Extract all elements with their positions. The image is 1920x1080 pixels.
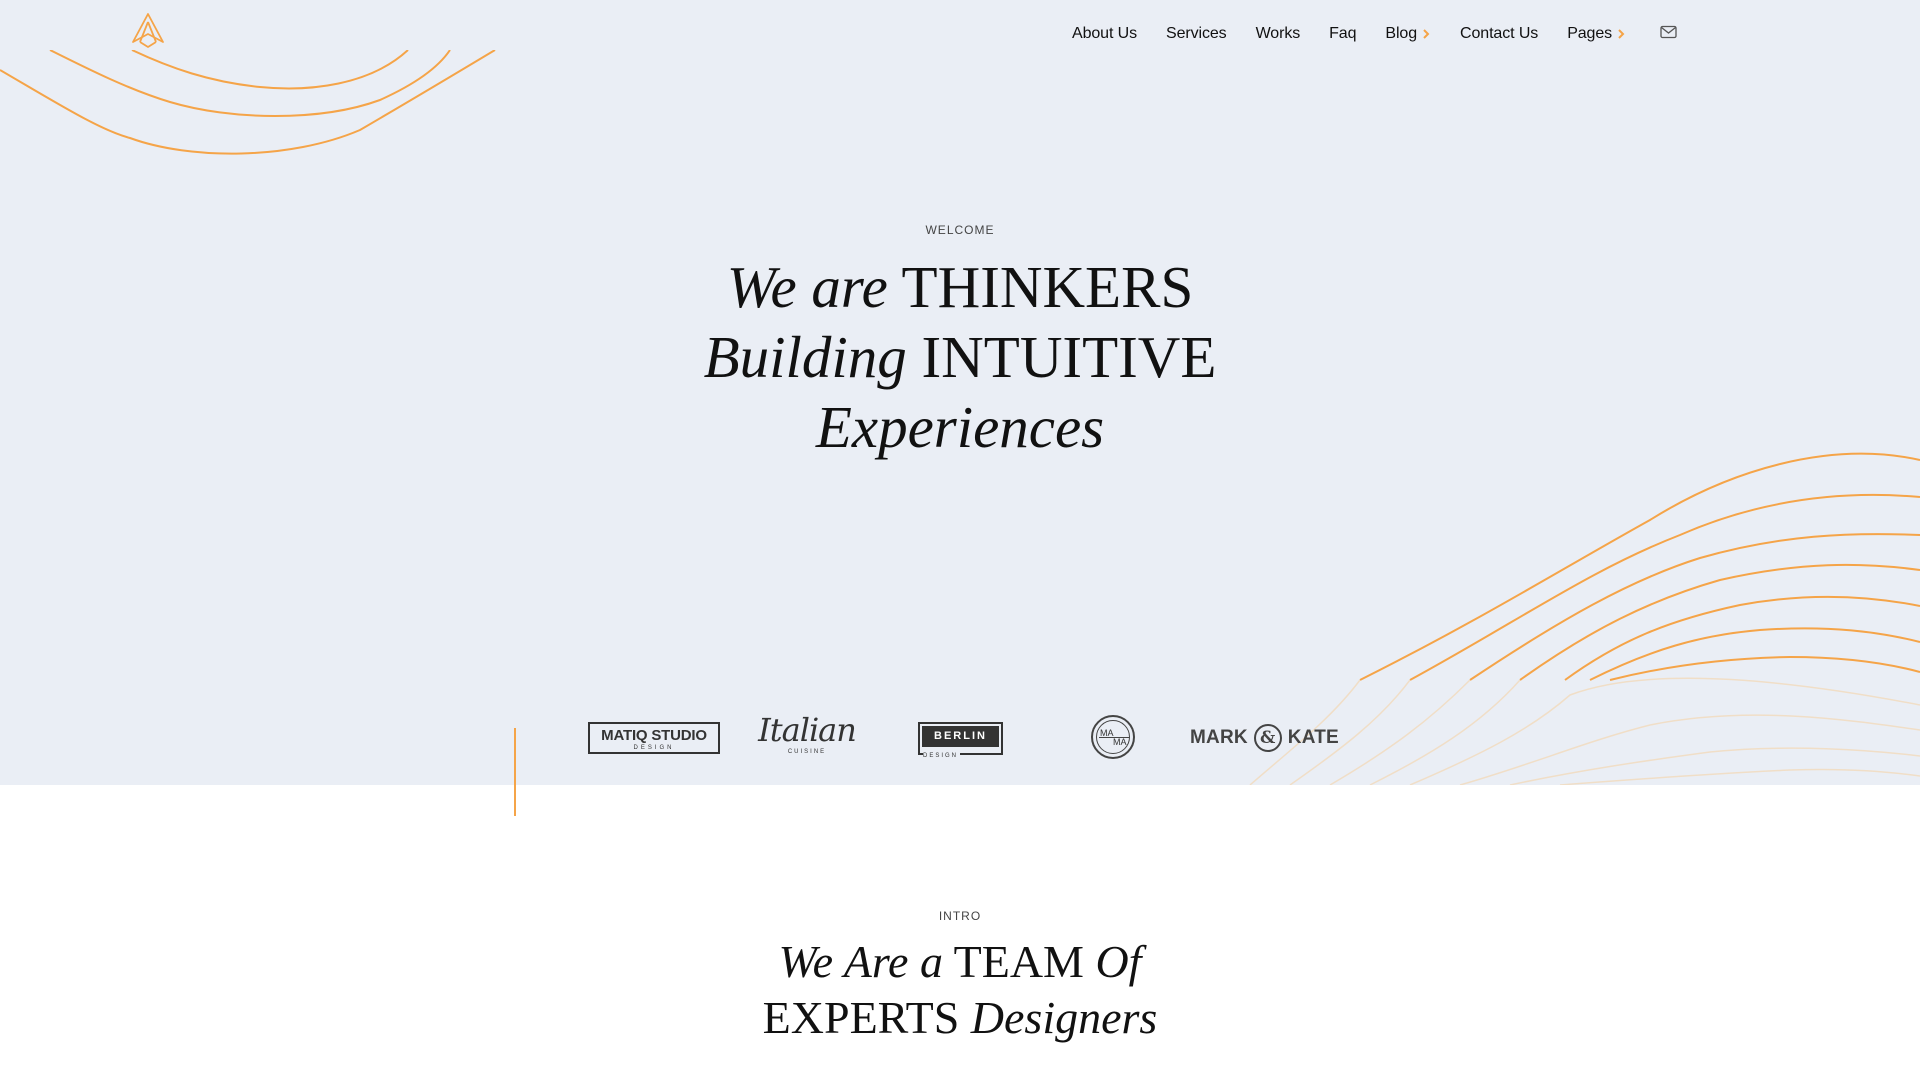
nav-item-blog[interactable]: Blog	[1385, 25, 1431, 43]
nav-item-label: About Us	[1072, 25, 1138, 42]
nav-item-label: Works	[1255, 25, 1301, 42]
client-logos-row: MATIQ STUDIO DESIGN Italian CUISINE BERL…	[0, 712, 1920, 762]
hero-line2-italic: Building	[703, 324, 907, 390]
intro-eyebrow: INTRO	[938, 909, 982, 923]
chevron-right-icon	[1423, 29, 1430, 39]
nav-item-about-us[interactable]: About Us	[1072, 25, 1137, 43]
nav-item-pages[interactable]: Pages	[1567, 25, 1626, 43]
client-logo-bottom: MA	[1113, 737, 1127, 747]
client-logo-name: MATIQ STUDIO	[601, 727, 707, 744]
nav-item-label: Contact Us	[1460, 25, 1539, 42]
client-logo-ampersand: &	[1253, 724, 1282, 752]
nav-item-services[interactable]: Services	[1166, 25, 1227, 43]
nav-item-contact-us[interactable]: Contact Us	[1460, 25, 1538, 43]
client-logo-berlin-design[interactable]: BERLIN DESIGN	[918, 722, 1003, 759]
client-logo-mark-and-kate[interactable]: MARK & KATE	[1190, 724, 1339, 752]
client-logo-right: KATE	[1287, 727, 1339, 748]
nav-item-label: Pages	[1567, 25, 1613, 42]
nav-item-label: Blog	[1385, 25, 1418, 42]
nav-item-works[interactable]: Works	[1256, 25, 1301, 43]
brand-logo-icon[interactable]	[131, 12, 165, 48]
hero-headline: We are THINKERS Building INTUITIVE Exper…	[0, 252, 1920, 462]
envelope-icon[interactable]	[1660, 25, 1677, 39]
nav-item-label: Faq	[1329, 25, 1357, 42]
client-logo-sub: DESIGN	[923, 753, 961, 759]
hero-line1-italic: We are	[726, 254, 888, 320]
client-logo-sub: CUISINE	[787, 749, 827, 755]
intro-line1-caps: TEAM	[953, 936, 1084, 987]
client-logo-sub: DESIGN	[629, 745, 679, 752]
client-logo-left: MARK	[1190, 727, 1248, 748]
intro-line1-italic-b: Of	[1095, 936, 1142, 987]
intro-headline: We Are a TEAM Of EXPERTS Designers	[0, 934, 1920, 1046]
hero-line2-caps: INTUITIVE	[921, 324, 1217, 390]
hero-line1-caps: THINKERS	[901, 254, 1194, 320]
nav-item-faq[interactable]: Faq	[1329, 25, 1356, 43]
intro-line2-italic: Designers	[970, 992, 1158, 1043]
hero-section: About Us Services Works Faq Blog Contact…	[0, 0, 1920, 785]
hero-eyebrow: WELCOME	[925, 223, 995, 237]
accent-vertical-line	[514, 728, 516, 816]
hero-line3-italic: Experiences	[815, 394, 1105, 460]
decorative-wave-lines-top-left	[0, 50, 496, 155]
chevron-right-icon	[1618, 29, 1625, 39]
nav-item-label: Services	[1166, 25, 1227, 42]
intro-line1-italic-a: We Are a	[778, 936, 943, 987]
client-logo-name: BERLIN	[922, 726, 999, 747]
client-logo-matiq-studio[interactable]: MATIQ STUDIO DESIGN	[588, 722, 720, 754]
client-logo-italian-cuisine[interactable]: Italian CUISINE	[754, 712, 860, 757]
main-navigation: About Us Services Works Faq Blog Contact…	[1072, 22, 1655, 46]
client-logo-mama[interactable]: MA MA	[1091, 715, 1135, 759]
intro-line2-caps: EXPERTS	[762, 992, 960, 1043]
client-logo-name: Italian	[758, 711, 857, 749]
